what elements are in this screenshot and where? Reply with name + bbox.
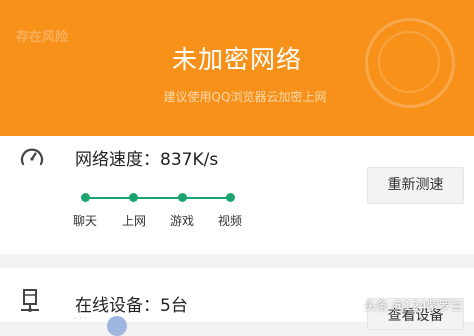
watermark-text: 头条 @124紫罗兰 <box>364 299 463 313</box>
network-speed-label: 网络速度：837K/s <box>75 150 219 170</box>
retest-speed-button[interactable]: 重新测速 <box>367 167 464 204</box>
level-label-chat: 聊天 <box>72 214 97 228</box>
level-label-video: 视频 <box>217 214 242 228</box>
level-dot-browse <box>129 193 138 202</box>
speedometer-icon <box>20 148 44 166</box>
speed-level-track <box>85 197 231 199</box>
level-dot-chat <box>81 193 90 202</box>
network-device-icon <box>21 289 39 312</box>
avatar <box>107 316 127 336</box>
encryption-suggestion[interactable]: 建议使用QQ浏览器云加密上网 <box>130 88 360 105</box>
level-dot-game <box>178 193 187 202</box>
online-devices-label: 在线设备：5台 <box>75 296 188 316</box>
level-label-game: 游戏 <box>169 214 194 228</box>
network-status-title: 未加密网络 <box>171 45 302 74</box>
level-dot-video <box>226 193 235 202</box>
status-banner: 存在风险 未加密网络 建议使用QQ浏览器云加密上网 <box>0 0 474 136</box>
level-label-browse: 上网 <box>121 214 146 228</box>
